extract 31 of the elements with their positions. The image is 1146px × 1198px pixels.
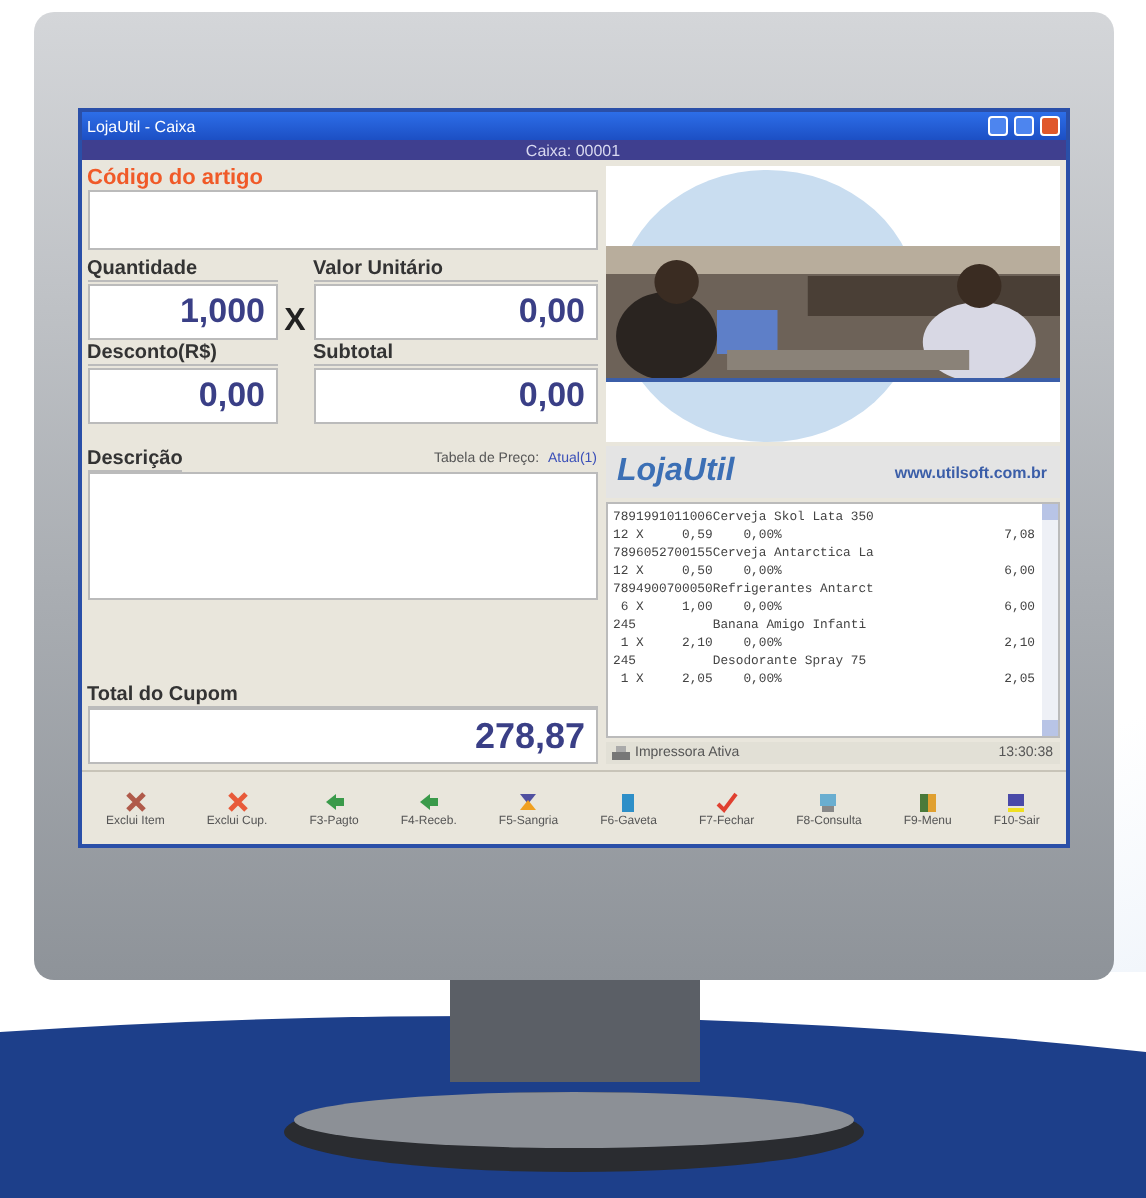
printer-icon [1004,789,1029,813]
book-icon [915,789,940,813]
total-field: 278,87 [87,708,597,764]
close-button[interactable] [1039,116,1059,136]
cross-icon [225,789,250,813]
code-field[interactable] [87,190,597,250]
field-label: Código do artigo [87,166,265,190]
hourglass-icon [516,789,541,813]
website-url: www.utilsoft.com.br [894,463,1047,481]
arrow-icon [416,789,441,813]
minimize-button[interactable] [987,116,1007,136]
description-field[interactable] [87,472,597,600]
field-label: Quantidade [87,258,277,282]
arrow-icon [322,789,347,813]
scrollbar[interactable] [1041,504,1057,736]
quantity-field[interactable]: 1,000 [87,284,277,340]
register-number: Caixa: 00001 [525,141,621,159]
field-label: Subtotal [313,342,597,366]
subtotal-field[interactable]: 0,00 [313,368,597,424]
printer-icon [611,745,629,761]
logo: LojaUtil [617,454,735,490]
monitor-icon [816,789,841,813]
check-icon [714,789,739,813]
field-label: Desconto(R$) [87,342,277,366]
maximize-button[interactable] [1013,116,1033,136]
multiply-sign: X [282,304,308,340]
unit-price-field[interactable]: 0,00 [313,284,597,340]
field-label: Valor Unitário [313,258,597,282]
window-title: LojaUtil - Caixa [87,117,198,135]
discount-field[interactable]: 0,00 [87,368,277,424]
cross-icon [123,789,148,813]
